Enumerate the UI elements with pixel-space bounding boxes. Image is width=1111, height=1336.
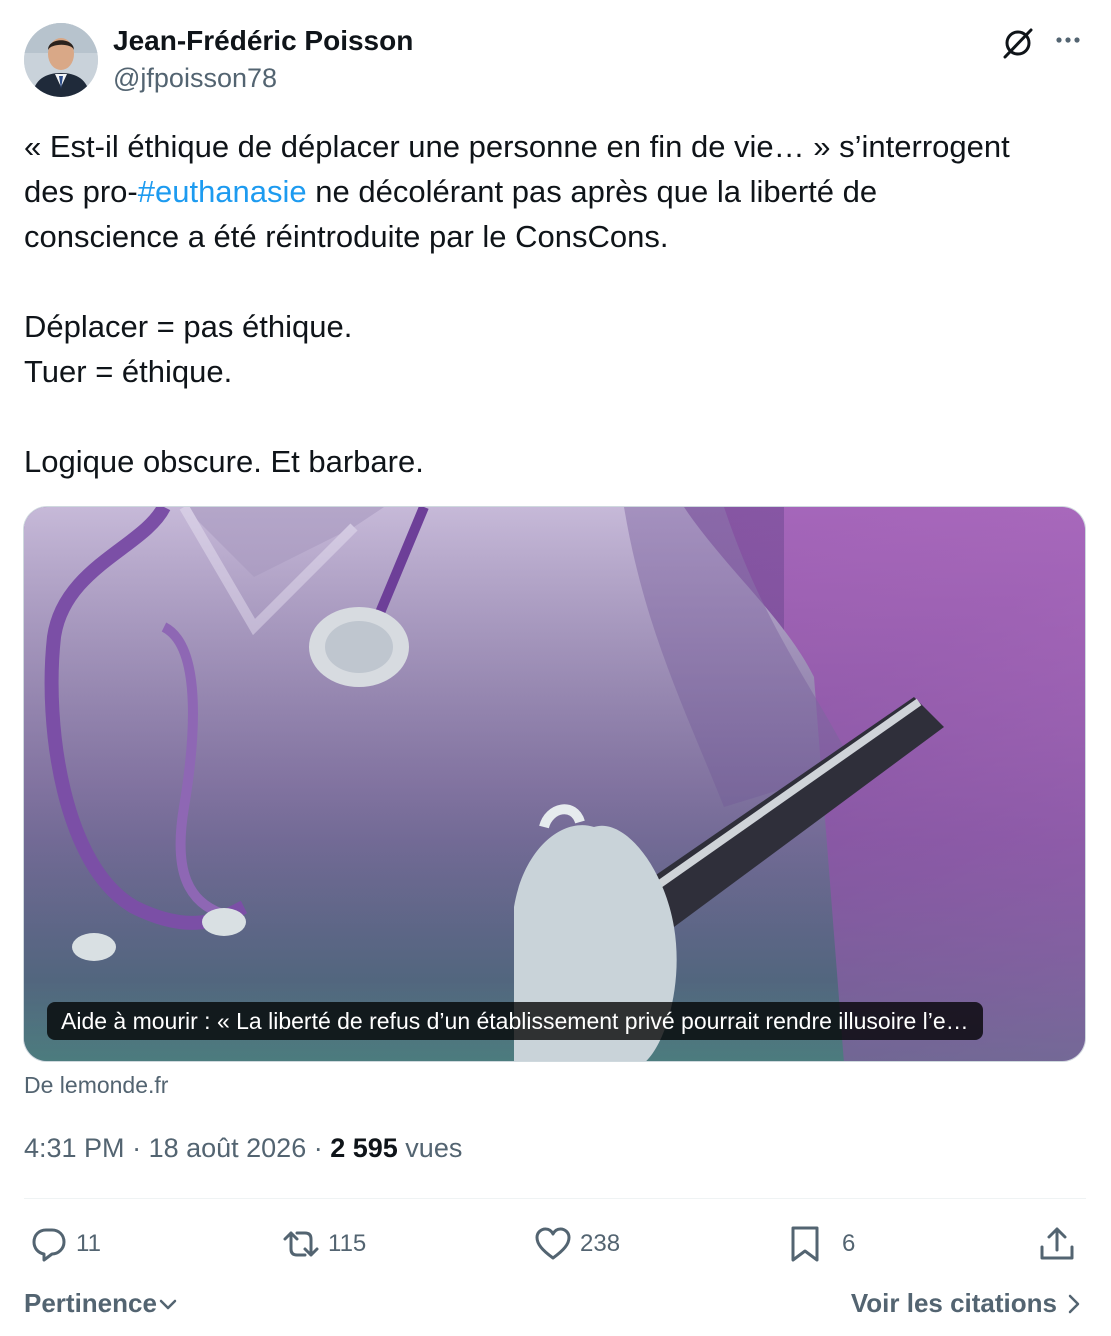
author-name[interactable]: Jean-Frédéric Poisson <box>113 25 413 57</box>
link-card[interactable]: Aide à mourir : « La liberté de refus d’… <box>23 506 1086 1062</box>
reply-bubble-icon <box>32 1228 66 1262</box>
tweet-line: conscience a été réintroduite par le Con… <box>24 219 669 254</box>
tweet-line: « Est-il éthique de déplacer une personn… <box>24 129 1010 164</box>
reply-count: 11 <box>76 1230 101 1257</box>
bookmark-button[interactable]: 6 <box>786 1222 855 1266</box>
view-quotes-label: Voir les citations <box>850 1288 1057 1318</box>
tweet-text: « Est-il éthique de déplacer une personn… <box>24 124 1086 484</box>
views-count: 2 595 <box>330 1133 398 1163</box>
card-image <box>24 507 1085 1061</box>
tweet-line: des pro-#euthanasie ne décolérant pas ap… <box>24 169 1086 214</box>
sort-label: Pertinence <box>24 1288 157 1318</box>
retweet-button[interactable]: 115 <box>282 1222 366 1266</box>
meta-separator: · <box>306 1133 331 1163</box>
tweet-line: Logique obscure. Et barbare. <box>24 444 424 479</box>
more-horizontal-icon[interactable] <box>1050 22 1086 58</box>
hashtag-link[interactable]: #euthanasie <box>138 174 307 209</box>
tweet-line: Déplacer = pas éthique. <box>24 309 353 344</box>
share-upload-icon <box>1040 1227 1074 1260</box>
author-handle[interactable]: @jfpoisson78 <box>113 63 277 94</box>
avatar[interactable] <box>24 23 98 97</box>
tweet-time[interactable]: 4:31 PM <box>24 1133 125 1163</box>
meta-separator: · <box>124 1133 149 1163</box>
bookmark-count: 6 <box>842 1230 856 1257</box>
sort-dropdown[interactable]: Pertinence <box>24 1288 179 1319</box>
tweet: Jean-Frédéric Poisson @jfpoisson78 « Est… <box>0 0 1111 1336</box>
retweet-icon <box>283 1231 319 1257</box>
views-label: vues <box>397 1133 463 1163</box>
view-quotes-link[interactable]: Voir les citations <box>851 1288 1085 1319</box>
text-fragment: des pro- <box>24 174 138 209</box>
tweet-line: Tuer = éthique. <box>24 354 233 389</box>
retweet-count: 115 <box>328 1230 367 1257</box>
reply-button[interactable]: 11 <box>30 1222 101 1266</box>
text-fragment: ne décolérant pas après que la liberté d… <box>306 174 878 209</box>
chevron-right-icon <box>1068 1294 1080 1313</box>
grok-slash-circle-icon[interactable] <box>1000 24 1036 60</box>
chevron-down-icon <box>159 1299 177 1309</box>
like-button[interactable]: 238 <box>534 1222 620 1266</box>
share-button[interactable] <box>1038 1222 1076 1266</box>
tweet-date[interactable]: 18 août 2026 <box>149 1133 307 1163</box>
bookmark-icon <box>791 1226 819 1262</box>
divider <box>24 1198 1086 1199</box>
tweet-meta: 4:31 PM · 18 août 2026 · 2 595 vues <box>24 1133 462 1164</box>
card-title: Aide à mourir : « La liberté de refus d’… <box>47 1002 983 1040</box>
avatar-image <box>24 23 98 97</box>
card-source[interactable]: De lemonde.fr <box>24 1072 168 1099</box>
heart-icon <box>535 1227 571 1260</box>
like-count: 238 <box>580 1230 621 1257</box>
